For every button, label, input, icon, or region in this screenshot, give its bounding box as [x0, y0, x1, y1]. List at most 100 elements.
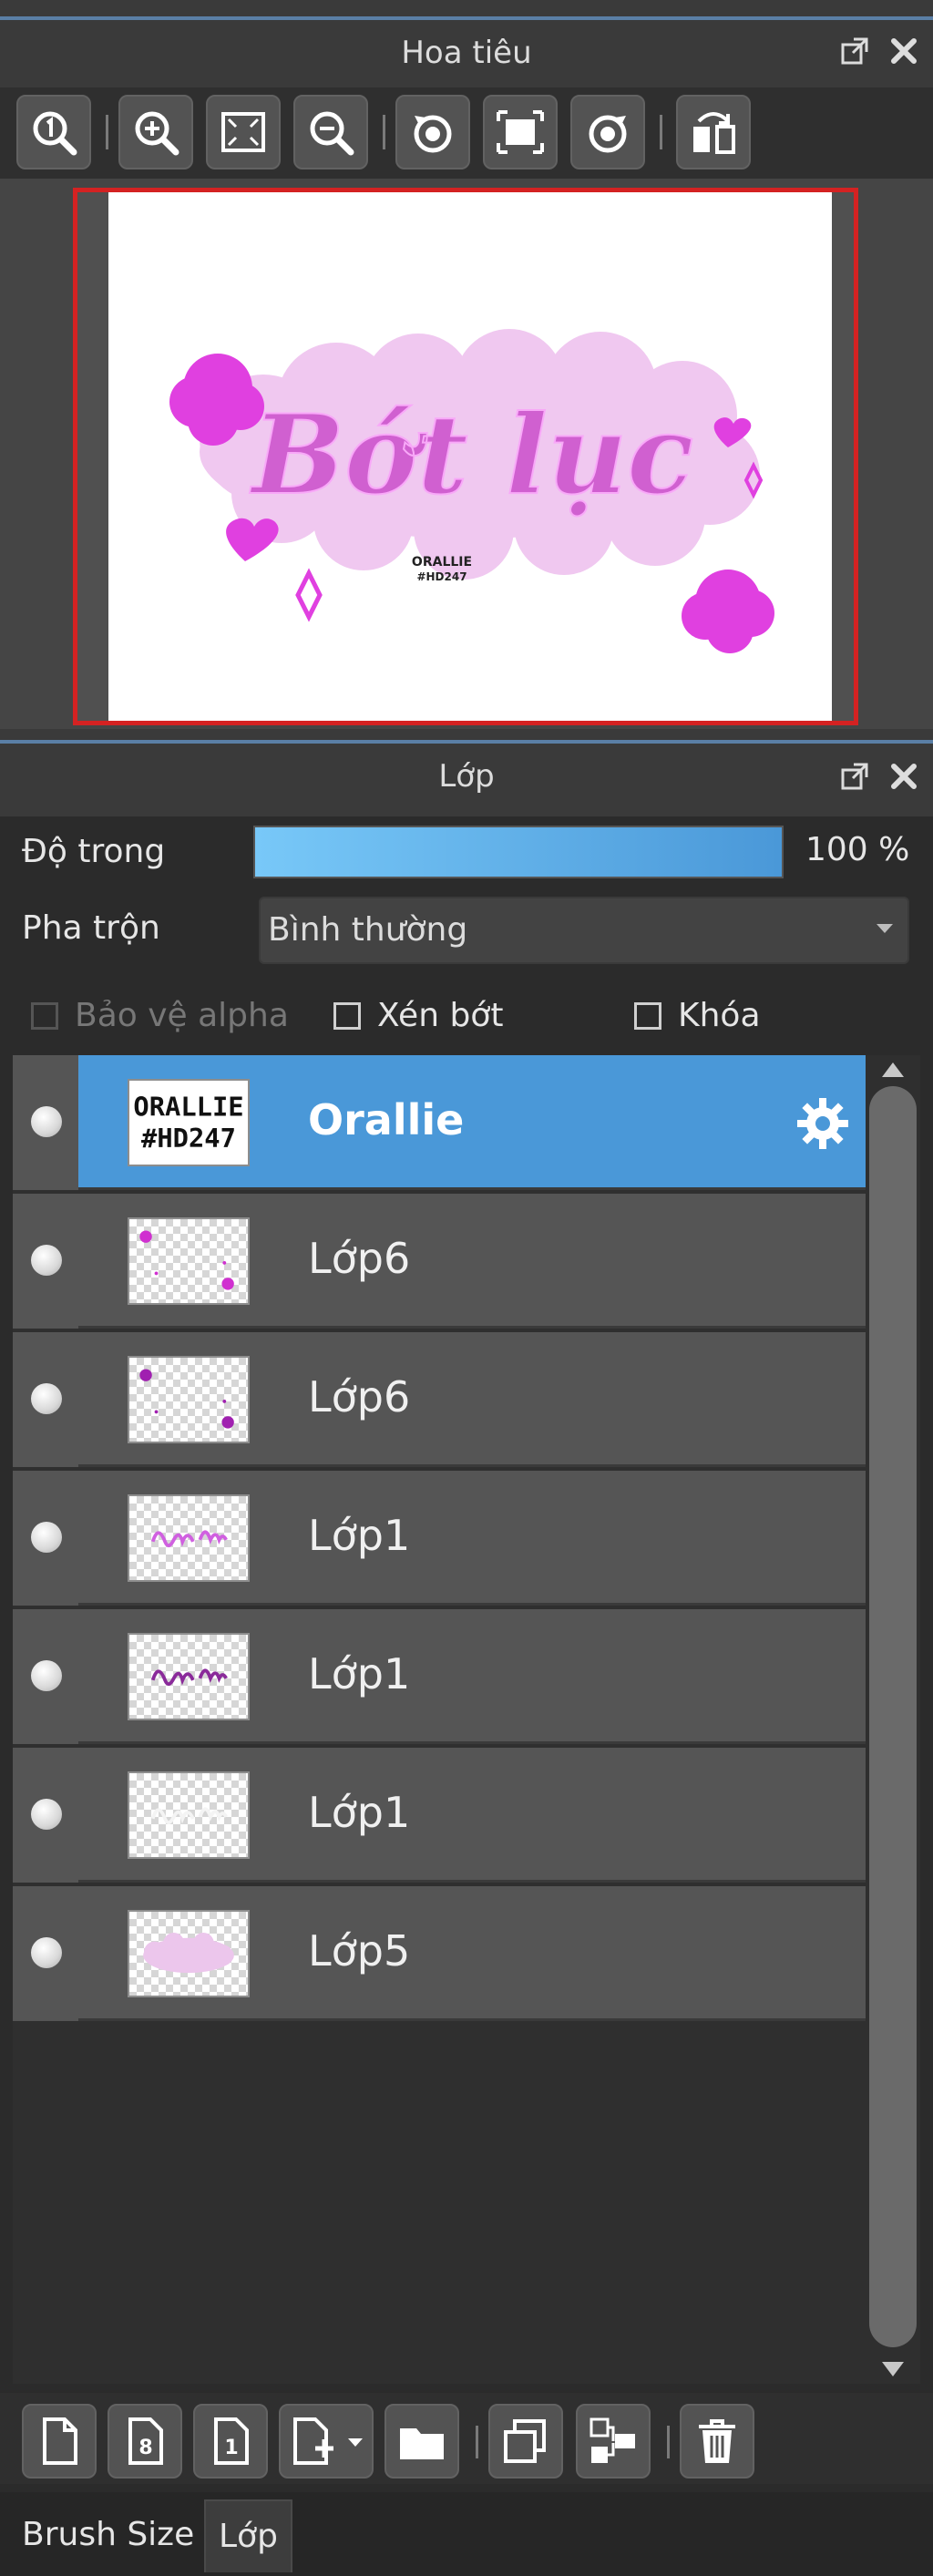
visibility-cell[interactable]: [13, 1748, 78, 1883]
layer-name: Lớp1: [308, 1788, 411, 1837]
layer-title-actions: [840, 762, 918, 791]
layer-name: Lớp6: [308, 1372, 411, 1421]
tab-brush-size[interactable]: Brush Size: [9, 2499, 207, 2572]
visibility-icon[interactable]: [31, 1245, 62, 1276]
layer-row[interactable]: Lớp6: [13, 1332, 866, 1467]
layer-thumbnail: [128, 1633, 250, 1720]
rotate-left-button[interactable]: [395, 95, 470, 169]
merge-down-button[interactable]: [576, 2404, 651, 2479]
layer-name: Lớp1: [308, 1511, 411, 1560]
layer-row[interactable]: ORALLIE #HD247 Orallie: [13, 1055, 866, 1190]
visibility-icon[interactable]: [31, 1383, 62, 1414]
zoom-in-icon: [135, 111, 179, 156]
layer-row[interactable]: Lớp5: [13, 1886, 866, 2021]
rotate-right-icon: [589, 115, 627, 153]
scroll-up-icon[interactable]: [882, 1062, 904, 1077]
blend-mode-value: Bình thường: [268, 911, 468, 949]
new-8bit-layer-button[interactable]: 8: [108, 2404, 182, 2479]
navigator-title: Hoa tiêu: [401, 35, 532, 71]
fit-canvas-button[interactable]: [483, 95, 558, 169]
add-layer-menu-button[interactable]: [279, 2404, 374, 2479]
fit-screen-button[interactable]: [206, 95, 281, 169]
flip-horizontal-button[interactable]: [676, 95, 751, 169]
layer-name: Lớp5: [308, 1926, 411, 1976]
layer-list-scrollbar[interactable]: [866, 1055, 920, 2384]
opacity-slider[interactable]: [253, 826, 784, 878]
visibility-icon[interactable]: [31, 1937, 62, 1968]
preview-title-text: Bớt lục: [250, 391, 694, 519]
visibility-icon[interactable]: [31, 1106, 62, 1137]
rotate-left-icon: [414, 115, 452, 153]
merge-down-icon: [590, 2417, 635, 2463]
add-layer-icon: [293, 2417, 333, 2465]
visibility-cell[interactable]: [13, 1471, 78, 1606]
layer-name: Lớp1: [308, 1649, 411, 1699]
layer-thumbnail: [128, 1910, 250, 1997]
layer-row[interactable]: Lớp1: [13, 1748, 866, 1883]
tab-layer[interactable]: Lớp: [204, 2499, 292, 2572]
trash-icon: [699, 2419, 735, 2463]
layer-1bit-icon: 1: [214, 2417, 249, 2465]
new-folder-button[interactable]: [384, 2404, 459, 2479]
duplicate-layer-button[interactable]: [488, 2404, 563, 2479]
checkbox-box: [333, 1001, 361, 1030]
clipping-checkbox[interactable]: Xén bớt: [333, 997, 503, 1034]
navigator-panel: Hoa tiêu Bớt lục ORALLIE #HD247: [0, 0, 933, 740]
folder-icon: [400, 2428, 444, 2459]
fit-screen-icon: [221, 112, 265, 152]
visibility-cell[interactable]: [13, 1194, 78, 1329]
layer-toolbar: 8 1: [0, 2393, 933, 2484]
close-icon[interactable]: [889, 762, 918, 791]
layer-panel-header: Lớp: [0, 740, 933, 816]
zoom-out-button[interactable]: [293, 95, 368, 169]
scroll-down-icon[interactable]: [882, 2362, 904, 2376]
bottom-tab-bar: Brush Size Lớp: [0, 2492, 933, 2576]
layer-thumbnail: [128, 1494, 250, 1582]
visibility-cell[interactable]: [13, 1332, 78, 1467]
delete-layer-button[interactable]: [680, 2404, 754, 2479]
visibility-icon[interactable]: [31, 1522, 62, 1553]
flip-horizontal-icon: [693, 112, 735, 154]
rotate-right-button[interactable]: [570, 95, 645, 169]
lock-checkbox[interactable]: Khóa: [634, 997, 761, 1034]
artwork-preview: Bớt lục ORALLIE #HD247: [169, 329, 774, 653]
visibility-cell[interactable]: [13, 1609, 78, 1744]
close-icon[interactable]: [889, 36, 918, 66]
chevron-down-icon: [348, 2438, 363, 2447]
protect-alpha-checkbox[interactable]: Bảo vệ alpha: [31, 997, 289, 1034]
layer-row[interactable]: Lớp1: [13, 1471, 866, 1606]
fit-canvas-icon: [497, 110, 544, 154]
duplicate-icon: [504, 2419, 546, 2463]
lock-label: Khóa: [678, 997, 761, 1034]
layer-row[interactable]: Lớp6: [13, 1194, 866, 1329]
blend-mode-label: Pha trộn: [22, 909, 160, 947]
clipping-label: Xén bớt: [377, 997, 504, 1034]
new-layer-button[interactable]: [22, 2404, 97, 2479]
layer-name: Lớp6: [308, 1234, 411, 1283]
layer-row[interactable]: Lớp1: [13, 1609, 866, 1744]
gear-icon[interactable]: [795, 1095, 851, 1152]
visibility-cell[interactable]: [13, 1055, 78, 1190]
visibility-icon[interactable]: [31, 1799, 62, 1830]
opacity-label: Độ trong: [22, 833, 166, 870]
layer-thumbnail: [128, 1217, 250, 1305]
zoom-in-button[interactable]: [118, 95, 193, 169]
navigator-view-frame[interactable]: Bớt lục ORALLIE #HD247: [73, 188, 858, 725]
popout-icon[interactable]: [840, 36, 869, 66]
toolbar-separator: [106, 115, 108, 149]
scroll-thumb[interactable]: [869, 1086, 917, 2347]
blend-mode-select[interactable]: Bình thường: [259, 897, 909, 964]
checkbox-box: [31, 1001, 58, 1030]
zoom-actual-button[interactable]: [16, 95, 91, 169]
popout-icon[interactable]: [840, 762, 869, 791]
new-1bit-layer-button[interactable]: 1: [193, 2404, 268, 2479]
checkbox-box: [634, 1001, 661, 1030]
panel-top-line: [0, 16, 933, 20]
visibility-cell[interactable]: [13, 1886, 78, 2021]
visibility-icon[interactable]: [31, 1660, 62, 1691]
layer-thumbnail: ORALLIE #HD247: [128, 1079, 250, 1166]
new-page-icon: [43, 2417, 77, 2465]
canvas-preview: Bớt lục ORALLIE #HD247: [108, 192, 832, 721]
layer-8bit-icon: 8: [128, 2417, 163, 2465]
opacity-value: 100 %: [805, 831, 910, 868]
